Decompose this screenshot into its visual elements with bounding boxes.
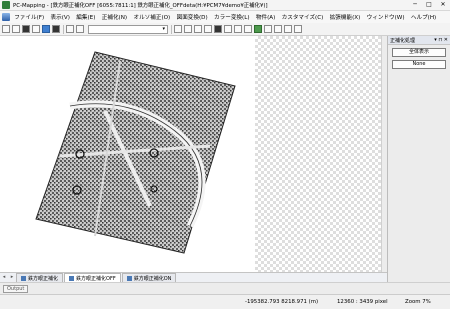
- zoom-readout: Zoom 7%: [405, 299, 431, 305]
- title-bar: PC-Mapping - [鉄方眼正補化OFF [6055:7811:1] 鉄方…: [0, 0, 450, 11]
- menu-rectify[interactable]: 正補化(N): [99, 13, 131, 21]
- tab-scroll-right-icon[interactable]: ▸: [8, 273, 16, 282]
- document-tabs: ◂ ▸ 鉄方眼正補化 鉄方眼正補化OFF 鉄方眼正補化ON: [0, 272, 387, 282]
- grid-icon[interactable]: [52, 25, 60, 33]
- toolbar-separator: [63, 24, 64, 34]
- print-icon[interactable]: [32, 25, 40, 33]
- attribute-icon[interactable]: [284, 25, 292, 33]
- menu-bar: ファイル(F) 表示(V) 編集(E) 正補化(N) オルソ補正(O) 図面変換…: [0, 11, 450, 23]
- output-button[interactable]: Output: [3, 285, 29, 293]
- settings-icon[interactable]: [294, 25, 302, 33]
- layer-select[interactable]: ▾: [88, 24, 168, 34]
- close-button[interactable]: ✕: [439, 1, 447, 8]
- tab-rectify-on[interactable]: 鉄方眼正補化ON: [121, 273, 177, 282]
- menu-edit[interactable]: 編集(E): [73, 13, 98, 21]
- document-icon: [69, 275, 75, 281]
- pixel-readout: 12360 : 3439 pixel: [337, 299, 388, 305]
- tab-label: 鉄方眼正補化OFF: [76, 275, 116, 282]
- open-folder-icon[interactable]: [12, 25, 20, 33]
- toolbar: ▾: [0, 23, 450, 36]
- menu-file[interactable]: ファイル(F): [11, 13, 47, 21]
- minimize-button[interactable]: ─: [411, 1, 419, 8]
- zoom-out-icon[interactable]: [184, 25, 192, 33]
- save-icon[interactable]: [22, 25, 30, 33]
- measure-icon[interactable]: [224, 25, 232, 33]
- pointer-icon[interactable]: [66, 25, 74, 33]
- new-file-icon[interactable]: [2, 25, 10, 33]
- symbol-icon[interactable]: [274, 25, 282, 33]
- output-pane: Output: [0, 282, 450, 294]
- panel-title: 正補化処理: [390, 37, 416, 44]
- window-title: PC-Mapping - [鉄方眼正補化OFF [6055:7811:1] 鉄方…: [13, 3, 268, 9]
- polygon-icon[interactable]: [244, 25, 252, 33]
- tab-label: 鉄方眼正補化ON: [133, 275, 172, 282]
- tab-scroll-left-icon[interactable]: ◂: [0, 273, 8, 282]
- line-icon[interactable]: [234, 25, 242, 33]
- show-all-button[interactable]: 全体表示: [392, 48, 446, 57]
- document-icon: [2, 13, 10, 21]
- zoom-in-icon[interactable]: [174, 25, 182, 33]
- maximize-button[interactable]: □: [425, 1, 433, 8]
- status-bar: -195382.793 8218.971 (m) 12360 : 3439 pi…: [0, 294, 450, 309]
- map-canvas[interactable]: [0, 36, 387, 272]
- document-icon: [21, 275, 26, 281]
- map-icon[interactable]: [254, 25, 262, 33]
- toolbar-separator: [171, 24, 172, 34]
- camera-icon[interactable]: [214, 25, 222, 33]
- rectify-panel: 正補化処理 ▾ ⊓ ✕ 全体表示 None: [387, 36, 450, 286]
- panel-pin-icon[interactable]: ▾ ⊓ ✕: [434, 37, 448, 43]
- tab-rectify-off[interactable]: 鉄方眼正補化OFF: [64, 273, 121, 282]
- coordinate-readout: -195382.793 8218.971 (m): [245, 299, 319, 305]
- layer-icon[interactable]: [42, 25, 50, 33]
- menu-property[interactable]: 物件(A): [253, 13, 279, 21]
- tab-rectify[interactable]: 鉄方眼正補化: [16, 273, 64, 282]
- scanned-map-image: [35, 51, 236, 254]
- text-icon[interactable]: [264, 25, 272, 33]
- refresh-icon[interactable]: [204, 25, 212, 33]
- none-button[interactable]: None: [392, 60, 446, 69]
- menu-help[interactable]: ヘルプ(H): [408, 13, 440, 21]
- fit-icon[interactable]: [194, 25, 202, 33]
- menu-view[interactable]: 表示(V): [47, 13, 73, 21]
- menu-drawing-convert[interactable]: 図面変換(D): [173, 13, 210, 21]
- menu-window[interactable]: ウィンドウ(W): [363, 13, 407, 21]
- menu-customize[interactable]: カスタマイズ(C): [278, 13, 326, 21]
- app-icon: [2, 1, 10, 9]
- menu-extensions[interactable]: 拡張機能(X): [327, 13, 364, 21]
- tab-label: 鉄方眼正補化: [28, 275, 59, 282]
- document-icon: [126, 275, 132, 281]
- menu-ortho[interactable]: オルソ補正(O): [130, 13, 173, 21]
- hand-icon[interactable]: [76, 25, 84, 33]
- panel-header: 正補化処理 ▾ ⊓ ✕: [388, 36, 450, 45]
- menu-color-convert[interactable]: カラー変換(L): [211, 13, 253, 21]
